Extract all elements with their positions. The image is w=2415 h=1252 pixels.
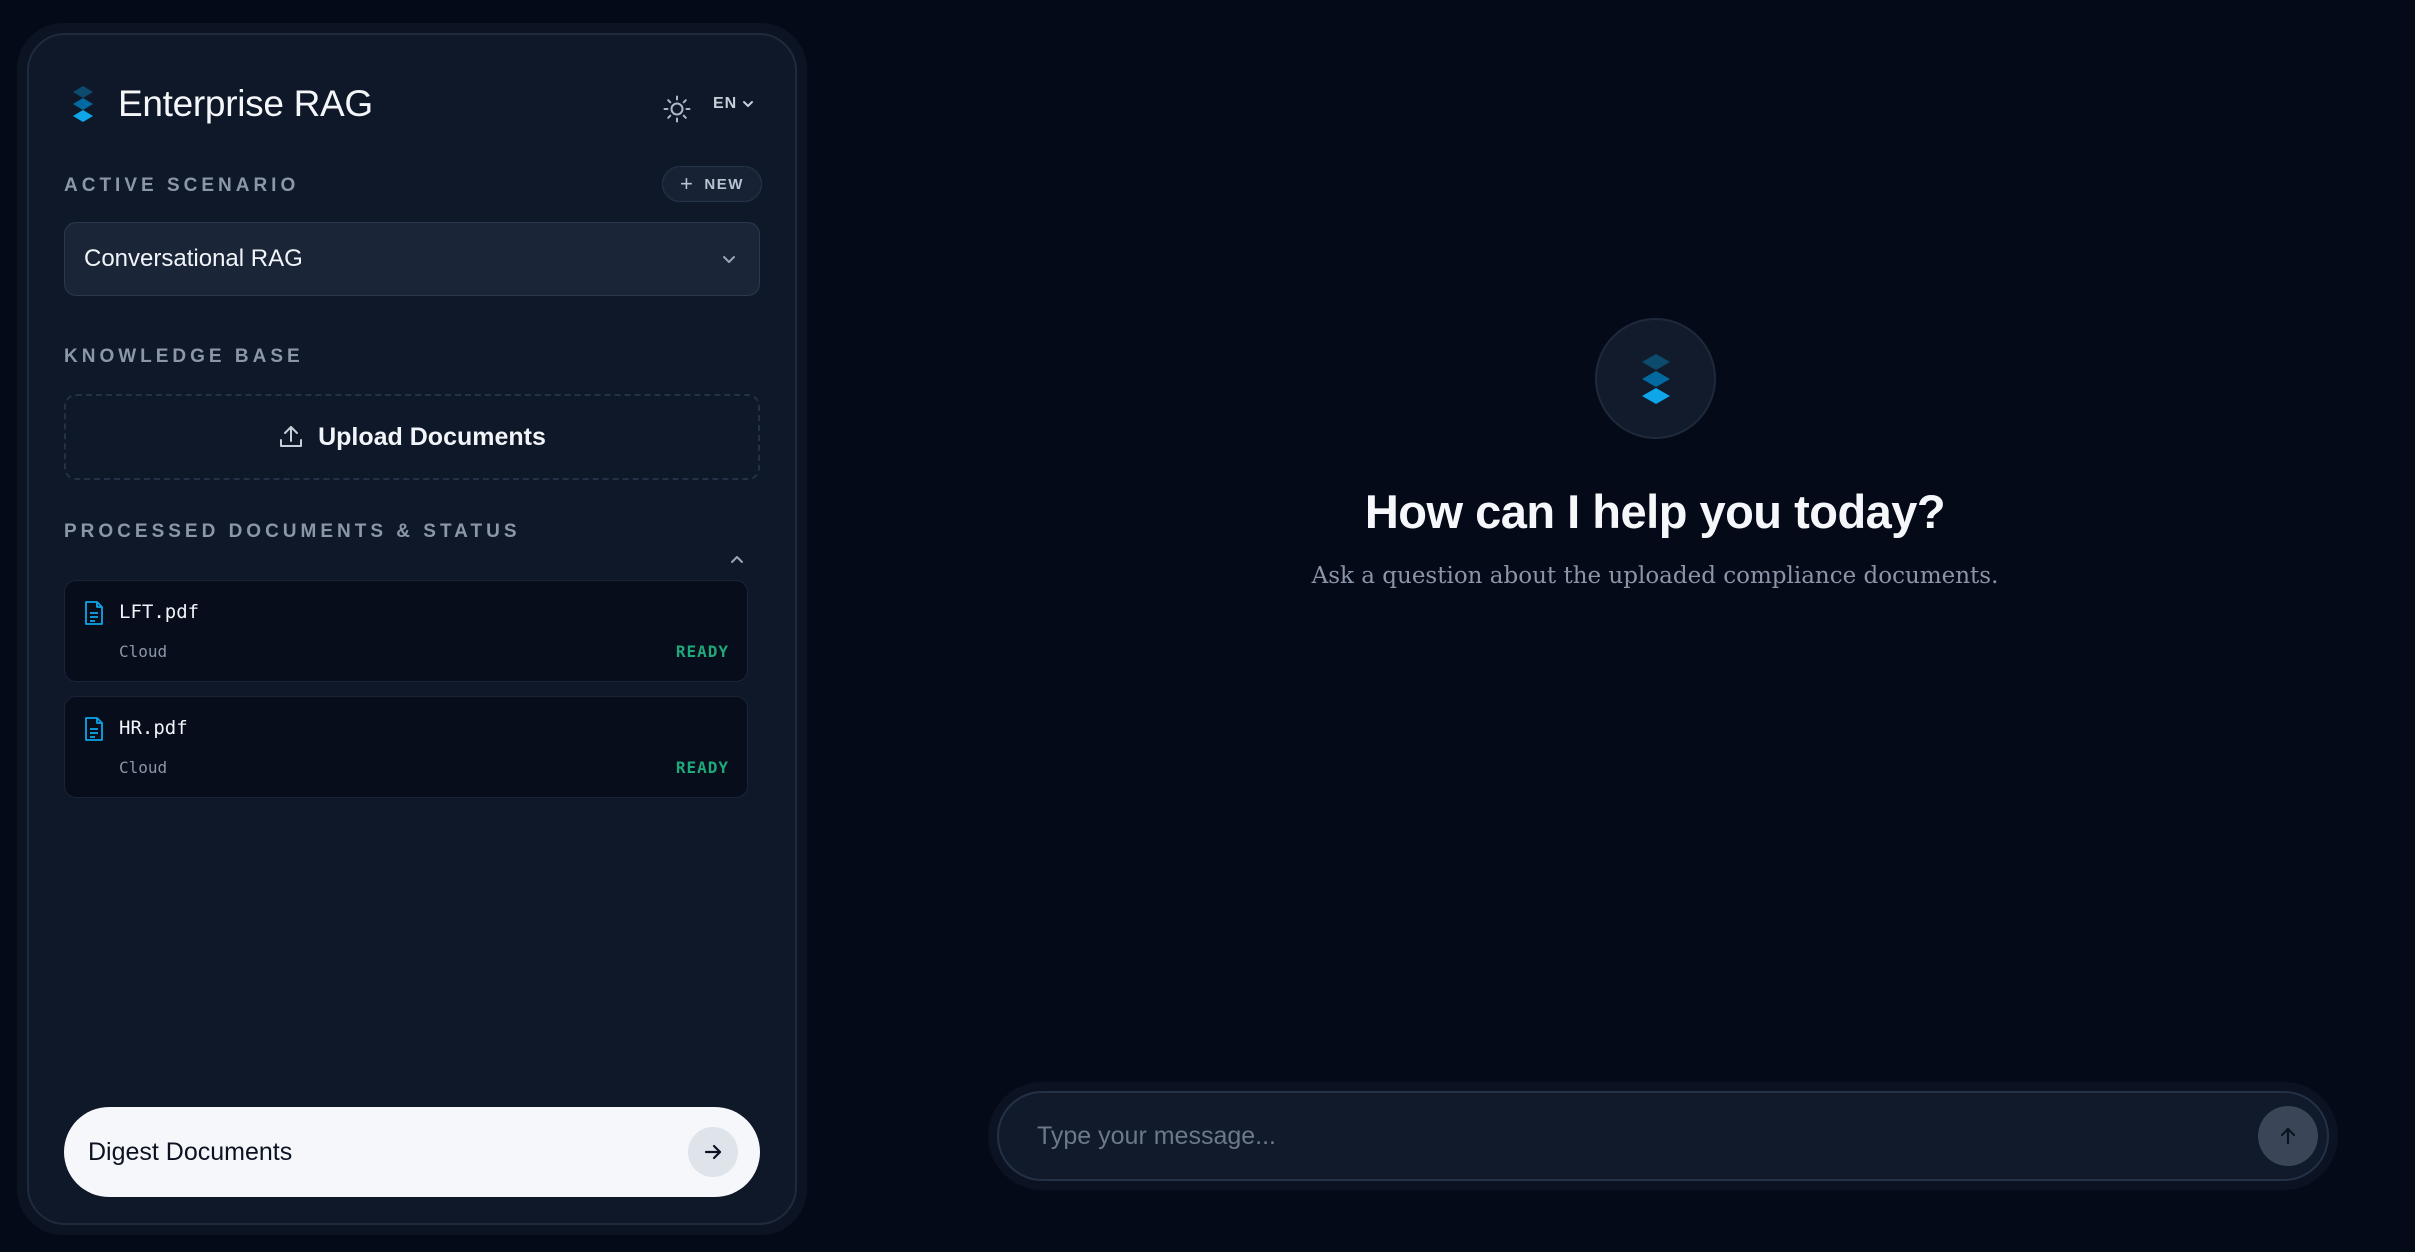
- active-scenario-label: ACTIVE SCENARIO: [64, 175, 300, 196]
- sidebar: Enterprise RAG EN ACTIVE SCENARIO + NEW …: [27, 33, 797, 1225]
- sidebar-frame: Enterprise RAG EN ACTIVE SCENARIO + NEW …: [17, 23, 807, 1235]
- welcome-subtitle: Ask a question about the uploaded compli…: [1311, 563, 1999, 589]
- processed-documents-label: PROCESSED DOCUMENTS & STATUS: [64, 521, 521, 542]
- digest-documents-label: Digest Documents: [88, 1137, 293, 1166]
- send-button[interactable]: [2258, 1106, 2318, 1166]
- knowledge-base-label: KNOWLEDGE BASE: [64, 346, 304, 367]
- assistant-logo: [1595, 318, 1716, 439]
- plus-icon: +: [680, 171, 695, 196]
- upload-documents-button[interactable]: Upload Documents: [64, 394, 760, 480]
- arrow-up-icon: [2280, 1127, 2296, 1145]
- document-card[interactable]: LFT.pdf Cloud READY: [64, 580, 748, 682]
- layers-icon: [73, 86, 93, 122]
- arrow-right-icon: [688, 1127, 738, 1177]
- document-status-badge: READY: [675, 758, 729, 777]
- upload-icon: [280, 426, 303, 447]
- sun-icon: [663, 95, 691, 123]
- message-composer: [988, 1082, 2338, 1190]
- file-text-icon: [85, 601, 103, 625]
- language-selector[interactable]: EN: [713, 95, 755, 113]
- new-scenario-button[interactable]: + NEW: [662, 166, 762, 202]
- document-status-badge: READY: [675, 642, 729, 661]
- chevron-down-icon: [723, 256, 735, 263]
- collapse-documents-button[interactable]: [723, 546, 751, 574]
- app-title: Enterprise RAG: [118, 83, 373, 124]
- welcome-title: How can I help you today?: [1364, 485, 1946, 538]
- chevron-down-icon: [743, 101, 754, 107]
- upload-documents-label: Upload Documents: [318, 422, 546, 451]
- document-name: LFT.pdf: [119, 601, 200, 623]
- theme-toggle-button[interactable]: [659, 91, 695, 127]
- scenario-selected-value: Conversational RAG: [84, 245, 303, 272]
- document-card[interactable]: HR.pdf Cloud READY: [64, 696, 748, 798]
- document-source: Cloud: [119, 758, 168, 777]
- scenario-select[interactable]: Conversational RAG: [64, 222, 760, 296]
- message-input[interactable]: [1035, 1120, 2258, 1152]
- document-name: HR.pdf: [119, 717, 188, 739]
- chevron-up-icon: [731, 556, 743, 563]
- language-label: EN: [713, 95, 738, 112]
- brand: Enterprise RAG: [70, 83, 373, 125]
- digest-documents-button[interactable]: Digest Documents: [64, 1107, 760, 1197]
- layers-icon: [1641, 353, 1670, 404]
- new-scenario-label: NEW: [704, 175, 744, 193]
- message-composer-inner: [997, 1091, 2329, 1181]
- document-source: Cloud: [119, 642, 168, 661]
- file-text-icon: [85, 717, 103, 741]
